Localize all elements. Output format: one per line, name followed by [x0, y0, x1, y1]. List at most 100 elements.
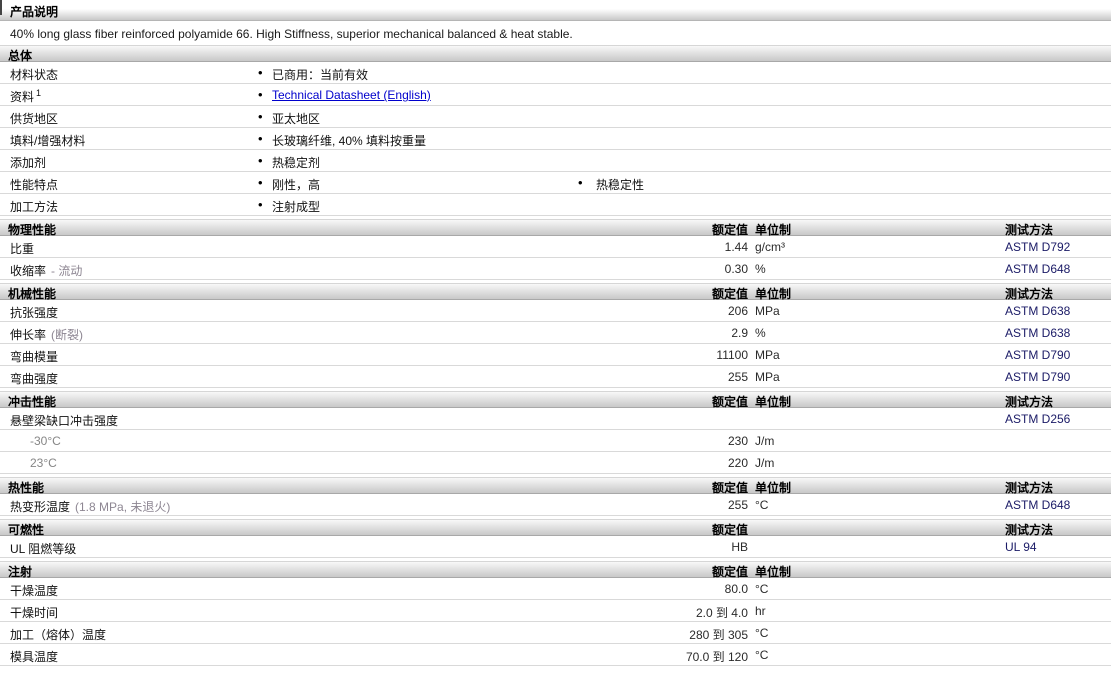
- property-value: 注射成型: [272, 200, 321, 214]
- test-method: ASTM D648: [1005, 262, 1071, 276]
- section-header-mechanical: 机械性能 额定值 单位制 测试方法: [0, 283, 1111, 301]
- property-name: 热变形温度 (1.8 MPa, 未退火): [10, 500, 171, 514]
- rated-value: 11100: [716, 348, 748, 362]
- table-row: 比重 1.44 g/cm³ ASTM D792: [0, 236, 1111, 258]
- property-label: 材料状态: [10, 68, 59, 82]
- rated-value: 220: [727, 456, 748, 470]
- unit: MPa: [755, 370, 780, 384]
- overview-row-additive: 添加剂 热稳定剂: [0, 150, 1111, 172]
- property-label: 填料/增强材料: [10, 134, 86, 148]
- overview-row-region: 供货地区 亚太地区: [0, 106, 1111, 128]
- section-header-flammability: 可燃性 额定值 测试方法: [0, 519, 1111, 537]
- rated-value: 2.9: [731, 326, 748, 340]
- property-label: 加工方法: [10, 200, 59, 214]
- unit: g/cm³: [755, 240, 785, 254]
- property-name: 伸长率 (断裂): [10, 328, 84, 342]
- condition-label: -30°C: [30, 434, 61, 448]
- section-header-injection: 注射 额定值 单位制: [0, 561, 1111, 579]
- property-name: 干燥温度: [10, 584, 59, 598]
- property-value: 刚性，高: [272, 178, 321, 192]
- unit: MPa: [755, 304, 780, 318]
- test-method: UL 94: [1005, 540, 1037, 554]
- property-value: 亚太地区: [272, 112, 321, 126]
- bullet-icon: [578, 175, 583, 190]
- property-name: UL 阻燃等级: [10, 542, 77, 556]
- property-value: 已商用：当前有效: [272, 68, 369, 82]
- property-label: 性能特点: [10, 178, 59, 192]
- property-name: 收缩率 - 流动: [10, 264, 83, 278]
- technical-datasheet-link[interactable]: Technical Datasheet (English): [272, 88, 431, 102]
- condition-label: 23°C: [30, 456, 57, 470]
- property-label: 供货地区: [10, 112, 59, 126]
- page-header: 产品说明: [0, 0, 1111, 21]
- table-row: 收缩率 - 流动 0.30 % ASTM D648: [0, 258, 1111, 280]
- table-subrow: -30°C 230 J/m: [0, 430, 1111, 452]
- property-qualifier: (断裂): [51, 328, 84, 342]
- rated-value: 0.30: [724, 262, 748, 276]
- table-row: 热变形温度 (1.8 MPa, 未退火) 255 °C ASTM D648: [0, 494, 1111, 516]
- table-row: 悬壁梁缺口冲击强度 ASTM D256: [0, 408, 1111, 430]
- unit: °C: [755, 648, 769, 662]
- property-name: 干燥时间: [10, 606, 59, 620]
- overview-row-documents: 资料1 Technical Datasheet (English): [0, 84, 1111, 106]
- property-name: 比重: [10, 242, 35, 256]
- property-label: 资料 1: [10, 88, 42, 104]
- section-header-thermal: 热性能 额定值 单位制 测试方法: [0, 477, 1111, 495]
- property-name: 悬壁梁缺口冲击强度: [10, 414, 119, 428]
- rated-value: 70.0 到 120: [685, 650, 748, 664]
- test-method: ASTM D790: [1005, 348, 1071, 362]
- unit: %: [755, 262, 766, 276]
- bullet-icon: [258, 153, 263, 168]
- section-header-physical: 物理性能 额定值 单位制 测试方法: [0, 219, 1111, 237]
- product-description: 40% long glass fiber reinforced polyamid…: [10, 27, 573, 41]
- test-method: ASTM D256: [1005, 412, 1071, 426]
- table-row: 干燥时间 2.0 到 4.0 hr: [0, 600, 1111, 622]
- rated-value: HB: [731, 540, 748, 554]
- bullet-icon: [258, 197, 263, 212]
- section-header-impact: 冲击性能 额定值 单位制 测试方法: [0, 391, 1111, 409]
- table-row: 抗张强度 206 MPa ASTM D638: [0, 300, 1111, 322]
- rated-value: 255: [727, 370, 748, 384]
- table-row: 伸长率 (断裂) 2.9 % ASTM D638: [0, 322, 1111, 344]
- bullet-icon: [258, 87, 263, 102]
- section-header-overview: 总体: [0, 45, 1111, 63]
- table-subrow: 23°C 220 J/m: [0, 452, 1111, 474]
- table-row: 模具温度 70.0 到 120 °C: [0, 644, 1111, 666]
- property-label: 添加剂: [10, 156, 47, 170]
- property-name: 模具温度: [10, 650, 59, 664]
- property-name: 抗张强度: [10, 306, 59, 320]
- overview-row-filler: 填料/增强材料 长玻璃纤维, 40% 填料按重量: [0, 128, 1111, 150]
- table-row: UL 阻燃等级 HB UL 94: [0, 536, 1111, 558]
- unit: J/m: [755, 456, 775, 470]
- rated-value: 2.0 到 4.0: [695, 606, 748, 620]
- unit: °C: [755, 498, 769, 512]
- table-row: 加工（熔体）温度 280 到 305 °C: [0, 622, 1111, 644]
- unit: J/m: [755, 434, 775, 448]
- property-value: 热稳定性: [596, 178, 645, 192]
- bullet-icon: [258, 175, 263, 190]
- footnote-marker: 1: [36, 88, 42, 98]
- overview-row-material-status: 材料状态 已商用：当前有效: [0, 62, 1111, 84]
- page-title: 产品说明: [10, 5, 59, 19]
- unit: %: [755, 326, 766, 340]
- table-row: 弯曲模量 11100 MPa ASTM D790: [0, 344, 1111, 366]
- rated-value: 206: [727, 304, 748, 318]
- rated-value: 280 到 305: [689, 628, 748, 642]
- test-method: ASTM D638: [1005, 326, 1071, 340]
- property-name: 弯曲模量: [10, 350, 59, 364]
- unit: hr: [755, 604, 766, 618]
- table-row: 弯曲强度 255 MPa ASTM D790: [0, 366, 1111, 388]
- unit: °C: [755, 626, 769, 640]
- property-name: 加工（熔体）温度: [10, 628, 107, 642]
- property-qualifier: - 流动: [51, 264, 83, 278]
- bullet-icon: [258, 65, 263, 80]
- bullet-icon: [258, 109, 263, 124]
- bullet-icon: [258, 131, 263, 146]
- test-method: ASTM D648: [1005, 498, 1071, 512]
- property-value: 热稳定剂: [272, 156, 321, 170]
- overview-row-processing: 加工方法 注射成型: [0, 194, 1111, 216]
- test-method: ASTM D790: [1005, 370, 1071, 384]
- rated-value: 1.44: [724, 240, 748, 254]
- test-method: ASTM D792: [1005, 240, 1071, 254]
- unit: °C: [755, 582, 769, 596]
